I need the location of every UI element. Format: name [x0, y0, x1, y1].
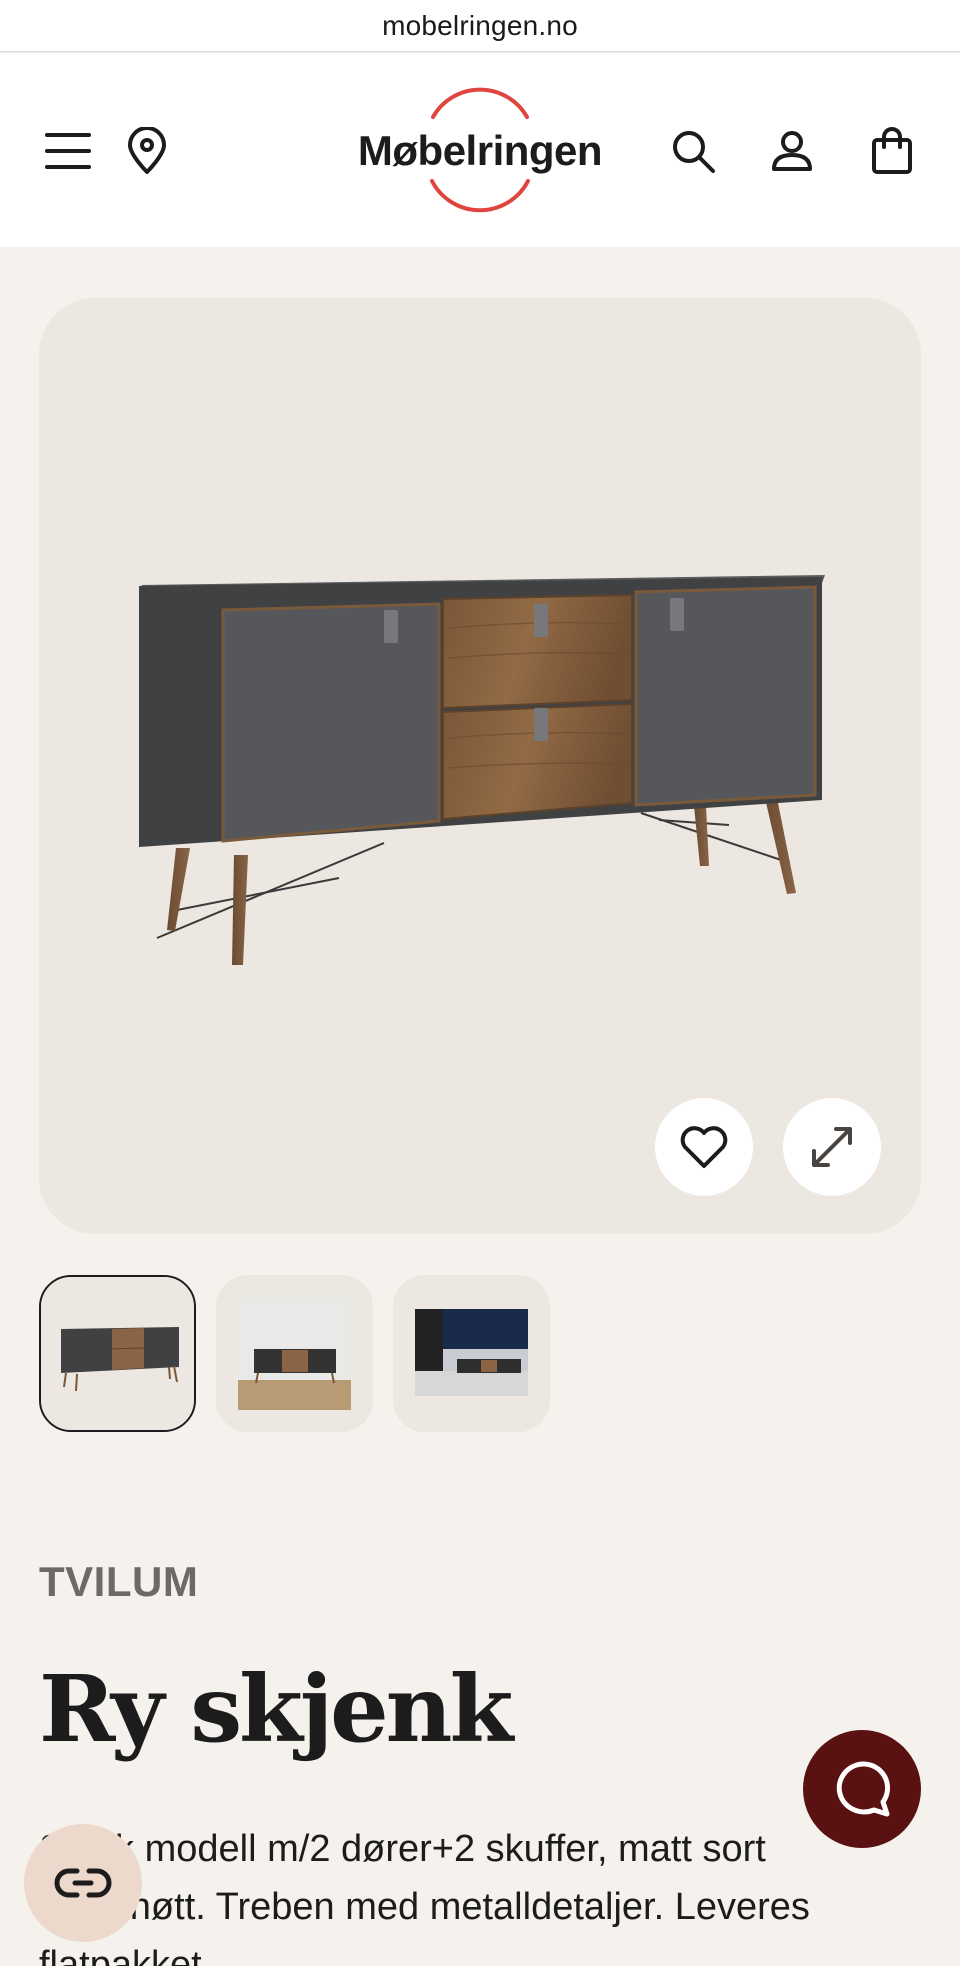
- cookie-consent-button[interactable]: [24, 1824, 142, 1942]
- browser-url-bar[interactable]: mobelringen.no: [0, 0, 960, 52]
- site-header: Møbelringen: [0, 53, 960, 247]
- product-image: [139, 575, 825, 965]
- logo-text: Møbelringen: [357, 127, 603, 174]
- product-title: Ry skjenk: [39, 1655, 513, 1763]
- product-image-gallery[interactable]: [39, 298, 921, 1234]
- account-icon[interactable]: [762, 121, 822, 181]
- shopping-bag-icon[interactable]: [862, 121, 922, 181]
- product-description: Sjenk modell m/2 dører+2 skuffer, matt s…: [39, 1828, 810, 1966]
- url-text: mobelringen.no: [382, 9, 578, 41]
- expand-icon: [812, 1127, 852, 1167]
- cookie-settings-icon: [54, 1868, 112, 1898]
- search-icon[interactable]: [663, 121, 723, 181]
- thumbnail-image: [216, 1275, 373, 1432]
- thumbnail-room-dark[interactable]: [393, 1275, 550, 1432]
- menu-icon[interactable]: [38, 121, 98, 181]
- heart-icon: [680, 1126, 728, 1168]
- thumbnail-room-light[interactable]: [216, 1275, 373, 1432]
- thumbnail-image: [41, 1277, 194, 1430]
- fullscreen-button[interactable]: [783, 1098, 881, 1196]
- chat-button[interactable]: [803, 1730, 921, 1848]
- site-logo[interactable]: Møbelringen: [330, 85, 630, 215]
- favorite-button[interactable]: [655, 1098, 753, 1196]
- location-pin-icon[interactable]: [117, 121, 177, 181]
- product-brand[interactable]: TVILUM: [39, 1558, 198, 1606]
- chat-bubble-icon: [836, 1761, 891, 1817]
- thumbnail-image: [393, 1275, 550, 1432]
- thumbnail-product[interactable]: [39, 1275, 196, 1432]
